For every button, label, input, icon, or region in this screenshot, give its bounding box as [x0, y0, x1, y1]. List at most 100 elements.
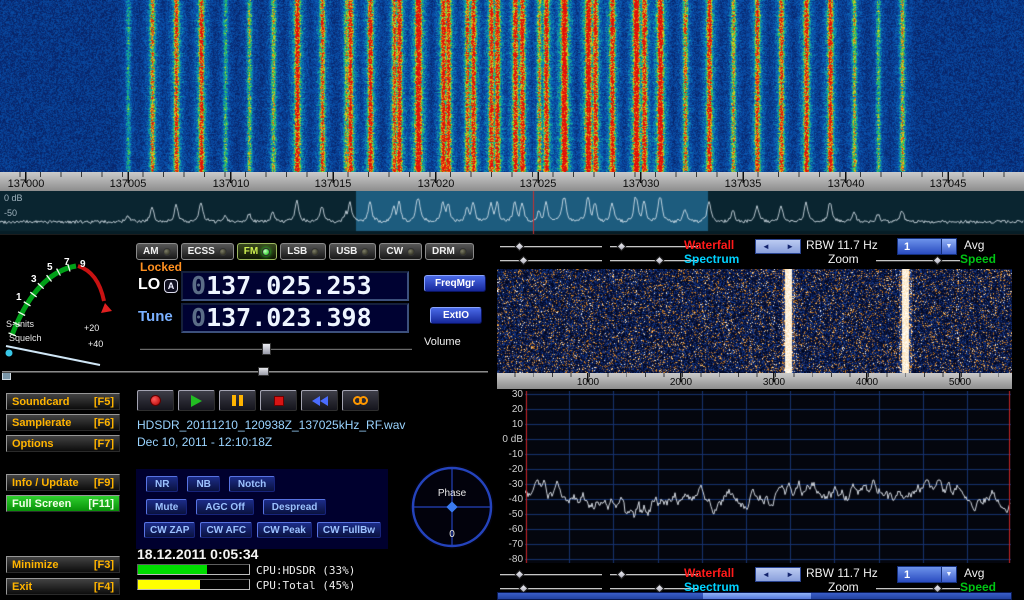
- dsp-button-nb[interactable]: NB: [187, 476, 219, 492]
- audio-pan-scrollbar[interactable]: [497, 592, 1012, 600]
- audio-frequency-label: 5000: [949, 377, 971, 388]
- main-frequency-scale[interactable]: 137000 137005 137010 137015 137020 13702…: [0, 172, 1024, 191]
- audio-spectrum-display[interactable]: [525, 391, 1011, 563]
- slider-thumb[interactable]: [655, 256, 665, 266]
- shift-left-icon[interactable]: ◄: [762, 570, 770, 579]
- shift-right-icon[interactable]: ►: [786, 570, 794, 579]
- frequency-label: 137000: [8, 178, 45, 190]
- dsp-button-cw-zap[interactable]: CW ZAP: [144, 522, 195, 538]
- dropdown-arrow-icon[interactable]: ▼: [941, 567, 956, 582]
- record-button[interactable]: [137, 390, 174, 411]
- dsp-button-cw-afc[interactable]: CW AFC: [200, 522, 252, 538]
- volume-slider[interactable]: [140, 347, 412, 350]
- cpu-hdsdr-text: CPU:HDSDR (33%): [256, 564, 355, 577]
- mode-led: [219, 248, 227, 256]
- rewind-button[interactable]: [301, 390, 338, 411]
- dsp-panel: NR NB Notch Mute AGC Off Despread CW ZAP…: [136, 469, 388, 549]
- lo-digits: 137.025.253: [206, 273, 372, 299]
- waterfall-tab[interactable]: Waterfall: [684, 238, 734, 252]
- avg-count-dropdown-2[interactable]: 1 ▼: [897, 566, 957, 583]
- tune-digits: 137.023.398: [206, 305, 372, 331]
- pan-groove[interactable]: [2, 371, 488, 373]
- slider-thumb[interactable]: [515, 570, 525, 580]
- db-label: -80: [497, 554, 523, 565]
- menu-label: Full Screen: [12, 498, 71, 510]
- main-waterfall-display[interactable]: [0, 0, 1024, 172]
- play-button[interactable]: [178, 390, 215, 411]
- db-scale-label: 0 dB: [4, 193, 23, 203]
- slider-thumb[interactable]: [617, 570, 627, 580]
- frequency-label: 137030: [623, 178, 660, 190]
- waterfall-tab-2[interactable]: Waterfall: [684, 566, 734, 580]
- shift-left-icon[interactable]: ◄: [762, 242, 770, 251]
- zoom-slider-thumb[interactable]: [933, 256, 943, 266]
- dsp-button-cw-fullbw[interactable]: CW FullBw: [317, 522, 381, 538]
- avg-label: Avg: [964, 238, 984, 252]
- pause-button[interactable]: [219, 390, 256, 411]
- tune-frequency-display[interactable]: 0137.023.398: [181, 303, 409, 333]
- menu-button-exit[interactable]: Exit [F4]: [6, 578, 120, 595]
- dsp-button-cw-peak[interactable]: CW Peak: [257, 522, 312, 538]
- shift-arrow-buttons[interactable]: ◄ ►: [755, 239, 801, 254]
- audio-frequency-scale[interactable]: 1000 2000 3000 4000 5000: [497, 373, 1012, 389]
- menu-button-soundcard[interactable]: Soundcard [F5]: [6, 393, 120, 410]
- stop-icon: [274, 396, 284, 406]
- shift-right-icon[interactable]: ►: [786, 242, 794, 251]
- spectrum-upper-slider-2[interactable]: [500, 588, 602, 590]
- loop-button[interactable]: [342, 390, 379, 411]
- frequency-label: 137035: [725, 178, 762, 190]
- s-meter: 1 3 5 7 9 +20 +40 S-units Squelch: [2, 239, 132, 369]
- menu-button-minimize[interactable]: Minimize [F3]: [6, 556, 120, 573]
- dsp-button-notch[interactable]: Notch: [229, 476, 275, 492]
- lo-frequency-display[interactable]: 0137.025.253: [181, 271, 409, 301]
- dsp-button-nr[interactable]: NR: [146, 476, 178, 492]
- mode-button-ecss[interactable]: ECSS: [181, 243, 234, 260]
- main-spectrum-overview[interactable]: 0 dB -50: [0, 191, 1024, 234]
- tune-label: Tune: [138, 308, 173, 325]
- slider-thumb[interactable]: [515, 242, 525, 252]
- mode-button-fm[interactable]: FM: [237, 243, 277, 260]
- squelch-label: Squelch: [9, 333, 42, 343]
- spectrum-upper-slider[interactable]: [500, 260, 602, 262]
- volume-slider-thumb[interactable]: [262, 343, 271, 355]
- playback-file-name: HDSDR_20111210_120938Z_137025kHz_RF.wav: [137, 418, 405, 432]
- menu-button-options[interactable]: Options [F7]: [6, 435, 120, 452]
- mode-button-cw[interactable]: CW: [379, 243, 422, 260]
- dropdown-arrow-icon[interactable]: ▼: [941, 239, 956, 254]
- dsp-button-agc-off[interactable]: AGC Off: [196, 499, 253, 515]
- waterfall-upper-slider-2[interactable]: [500, 574, 602, 576]
- zoom-slider-2[interactable]: [876, 588, 960, 590]
- sunits-label: S-units: [6, 319, 35, 329]
- pan-groove-thumb[interactable]: [258, 367, 269, 376]
- rewind-icon: [312, 396, 328, 406]
- mode-button-usb[interactable]: USB: [329, 243, 376, 260]
- stop-button[interactable]: [260, 390, 297, 411]
- menu-button-samplerate[interactable]: Samplerate [F6]: [6, 414, 120, 431]
- mode-button-am[interactable]: AM: [136, 243, 178, 260]
- phase-label: Phase: [438, 488, 467, 499]
- zoom-slider[interactable]: [876, 260, 960, 262]
- squelch-thumb[interactable]: [6, 350, 13, 357]
- waterfall-upper-slider[interactable]: [500, 246, 602, 248]
- shift-arrow-buttons-2[interactable]: ◄ ►: [755, 567, 801, 582]
- avg-count-dropdown[interactable]: 1 ▼: [897, 238, 957, 255]
- dsp-button-despread[interactable]: Despread: [263, 499, 327, 515]
- spectrum-tab[interactable]: Spectrum: [684, 252, 739, 266]
- audio-pan-scrollbar-thumb[interactable]: [703, 593, 811, 599]
- dsp-button-mute[interactable]: Mute: [146, 499, 187, 515]
- frequency-label: 137005: [110, 178, 147, 190]
- mode-label: FM: [244, 246, 258, 257]
- slider-thumb[interactable]: [617, 242, 627, 252]
- menu-button-fullscreen[interactable]: Full Screen [F11]: [6, 495, 120, 512]
- lock-a-badge[interactable]: A: [164, 279, 178, 293]
- mode-button-lsb[interactable]: LSB: [280, 243, 326, 260]
- mode-button-drm[interactable]: DRM: [425, 243, 474, 260]
- freqmgr-button[interactable]: FreqMgr: [424, 275, 486, 292]
- menu-button-info-update[interactable]: Info / Update [F9]: [6, 474, 120, 491]
- extio-button[interactable]: ExtIO: [430, 307, 482, 324]
- cpu-hdsdr-bar: [137, 564, 250, 575]
- db-label: 20: [497, 404, 523, 415]
- slider-thumb[interactable]: [519, 256, 529, 266]
- overview-spectrum-canvas[interactable]: [0, 191, 1024, 234]
- audio-waterfall-display[interactable]: [497, 269, 1012, 373]
